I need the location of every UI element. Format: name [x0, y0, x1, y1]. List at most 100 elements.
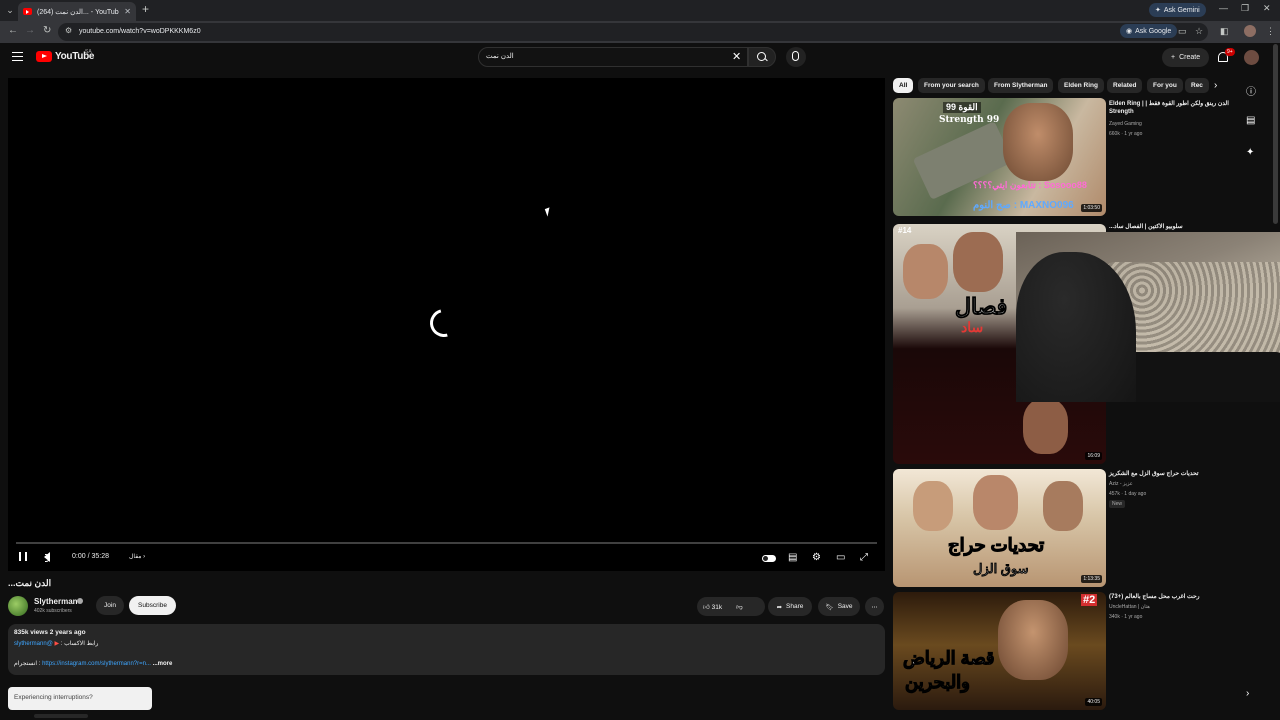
verified-check-icon: [77, 598, 83, 604]
chip-all[interactable]: All: [893, 78, 914, 93]
mouse-cursor-icon: [544, 207, 553, 217]
forward-icon[interactable]: →: [25, 25, 35, 36]
recommendation-title[interactable]: سلوبيو الاكتين | الفصال ساد...: [1109, 223, 1229, 231]
bookmark-star-icon[interactable]: ☆: [1195, 26, 1203, 37]
address-bar[interactable]: ⚙ youtube.com/watch?v=woDPKKKM6z0: [58, 23, 1208, 41]
chip-from-slytherman[interactable]: From Slytherman: [988, 78, 1054, 93]
settings-gear-icon[interactable]: ⚙: [812, 552, 821, 564]
loading-spinner-icon: [424, 303, 464, 343]
autoplay-toggle[interactable]: [762, 555, 776, 562]
close-tab-icon[interactable]: ✕: [124, 7, 131, 16]
channel-handle-link[interactable]: @slythermann: [14, 641, 53, 647]
minimize-icon[interactable]: —: [1219, 3, 1228, 13]
chip-elden-ring[interactable]: Elden Ring: [1058, 78, 1104, 93]
browser-menu-icon[interactable]: ⋮: [1266, 26, 1275, 37]
recommendation-channel[interactable]: Aziz - عزيز: [1109, 481, 1133, 487]
youtube-icon: ▶: [54, 641, 60, 647]
chevron-right-icon[interactable]: ›: [1214, 80, 1217, 91]
like-button[interactable]: 👍︎ 31k: [703, 603, 722, 611]
recommendation-channel[interactable]: UncleHattan | هتان: [1109, 604, 1150, 610]
browser-profile-avatar[interactable]: [1244, 25, 1256, 37]
create-label: Create: [1179, 54, 1201, 61]
recommendation-thumbnail[interactable]: #2 قصة الرياض والبحرين 40:05: [893, 592, 1106, 710]
site-info-icon[interactable]: ⚙: [65, 26, 72, 35]
chat-icon[interactable]: ▤: [1246, 115, 1255, 126]
ask-google-button[interactable]: ◉ Ask Google: [1120, 24, 1178, 38]
chevron-right-icon[interactable]: ›: [1246, 688, 1249, 699]
recommendation-stats: 660k · 1 yr ago: [1109, 131, 1143, 137]
share-button[interactable]: ➦ Share: [768, 597, 812, 616]
maximize-icon[interactable]: ❐: [1241, 3, 1249, 14]
interruptions-prompt[interactable]: Experiencing interruptions?: [8, 687, 152, 710]
save-button[interactable]: 🔖︎ Save: [818, 597, 860, 616]
chip-related[interactable]: Related: [1107, 78, 1143, 93]
browser-tab-strip: ⌄ (264) الدن نمت... - YouTube ✕ + ✦ Ask G…: [0, 0, 1280, 21]
thumbnail-text: MAXNO096 : صح النوم: [973, 200, 1074, 211]
sparkle-icon[interactable]: ✦: [1246, 147, 1254, 158]
share-label: Share: [786, 603, 804, 610]
info-icon[interactable]: ⓘ: [1246, 83, 1256, 98]
volume-icon[interactable]: [44, 552, 50, 562]
pause-icon[interactable]: [19, 552, 27, 561]
close-window-icon[interactable]: ✕: [1263, 3, 1271, 14]
chip-recommended[interactable]: Rec: [1185, 78, 1209, 93]
thumbnail-text: Strength 99: [939, 115, 1000, 125]
microphone-icon: [792, 51, 799, 61]
like-dislike-group: 👍︎ 31k 👎︎: [697, 597, 765, 616]
account-avatar[interactable]: [1244, 50, 1259, 65]
video-player[interactable]: 0:00 / 35:28 مقال › ▤ ⚙ ▭ ⤢: [8, 78, 885, 571]
chapter-button[interactable]: مقال ›: [129, 553, 145, 560]
browser-tab[interactable]: (264) الدن نمت... - YouTube ✕: [18, 2, 136, 21]
description-box[interactable]: 835k views 2 years ago رابط الاكساب : ▶ …: [8, 624, 885, 675]
extensions-icon[interactable]: ◧: [1220, 26, 1229, 37]
channel-name[interactable]: Slytherman: [34, 597, 78, 606]
chip-for-you[interactable]: For you: [1147, 78, 1183, 93]
recommendation-thumbnail[interactable]: تحديات حراج سوق الزل 1:13:35: [893, 469, 1106, 587]
subtitles-icon[interactable]: ▤: [788, 552, 797, 564]
thumbnail-text: سوق الزل: [973, 561, 1029, 577]
plus-icon: +: [1171, 54, 1176, 61]
thumbnail-text: #14: [898, 226, 912, 235]
scroll-indicator: [34, 714, 88, 718]
tab-title: (264) الدن نمت... - YouTube: [37, 8, 120, 16]
instagram-link[interactable]: https://instagram.com/slythermann?r=n...: [42, 661, 151, 667]
youtube-favicon-icon: [23, 8, 32, 15]
new-tab-icon[interactable]: +: [142, 2, 149, 16]
thumbnail-text: فصال: [954, 294, 1008, 320]
create-button[interactable]: + Create: [1162, 48, 1210, 67]
chip-from-your-search[interactable]: From your search: [918, 78, 985, 93]
description-prefix-2: انستجرام :: [14, 661, 41, 667]
voice-search-button[interactable]: [786, 47, 806, 67]
youtube-masthead: YouTube SA الدن نمت ✕ + Create 9+: [0, 43, 1280, 73]
back-icon[interactable]: ←: [8, 25, 18, 36]
recommendation-channel[interactable]: Zayed Gaming: [1109, 121, 1142, 127]
recommendation-title[interactable]: رحت اغرب محل مساج بالعالم (+73): [1109, 593, 1229, 601]
tab-search-icon[interactable]: ⌄: [3, 3, 17, 17]
menu-icon[interactable]: [12, 52, 23, 61]
player-controls: 0:00 / 35:28 مقال › ▤ ⚙ ▭ ⤢: [8, 548, 885, 568]
search-input[interactable]: [478, 47, 748, 67]
youtube-play-logo-icon: [36, 51, 52, 62]
scrollbar[interactable]: [1273, 44, 1278, 224]
video-duration: 40:05: [1085, 698, 1102, 706]
recommendation-title[interactable]: الدن رينق ولكن اطور القوة فقط | Elden Ri…: [1109, 100, 1229, 116]
ask-gemini-button[interactable]: ✦ Ask Gemini: [1149, 3, 1206, 17]
description-line-1: رابط الاكساب : ▶ @slythermann: [14, 640, 98, 647]
view-count-date: 835k views 2 years ago: [14, 629, 86, 636]
thumbs-down-icon[interactable]: 👎︎: [736, 603, 743, 611]
recommendation-title[interactable]: تحديات حراج سوق الزل مع الشكريز: [1109, 470, 1229, 478]
clear-search-icon[interactable]: ✕: [732, 50, 741, 63]
theater-mode-icon[interactable]: ▭: [836, 552, 845, 564]
channel-avatar[interactable]: [8, 596, 28, 616]
join-button[interactable]: Join: [96, 596, 124, 615]
subscribe-button[interactable]: Subscribe: [129, 596, 176, 615]
progress-bar[interactable]: [16, 542, 877, 544]
cast-icon[interactable]: ▭: [1178, 26, 1187, 37]
time-display: 0:00 / 35:28: [72, 553, 109, 560]
reload-icon[interactable]: ↻: [43, 25, 51, 36]
more-link[interactable]: ...more: [153, 661, 173, 667]
more-actions-icon[interactable]: ⋯: [865, 597, 884, 616]
url-text: youtube.com/watch?v=woDPKKKM6z0: [79, 28, 201, 35]
recommendation-thumbnail[interactable]: القوة 99 Strength 99 Sosooo88 : تتابعون …: [893, 98, 1106, 216]
fullscreen-icon[interactable]: ⤢: [860, 552, 868, 564]
